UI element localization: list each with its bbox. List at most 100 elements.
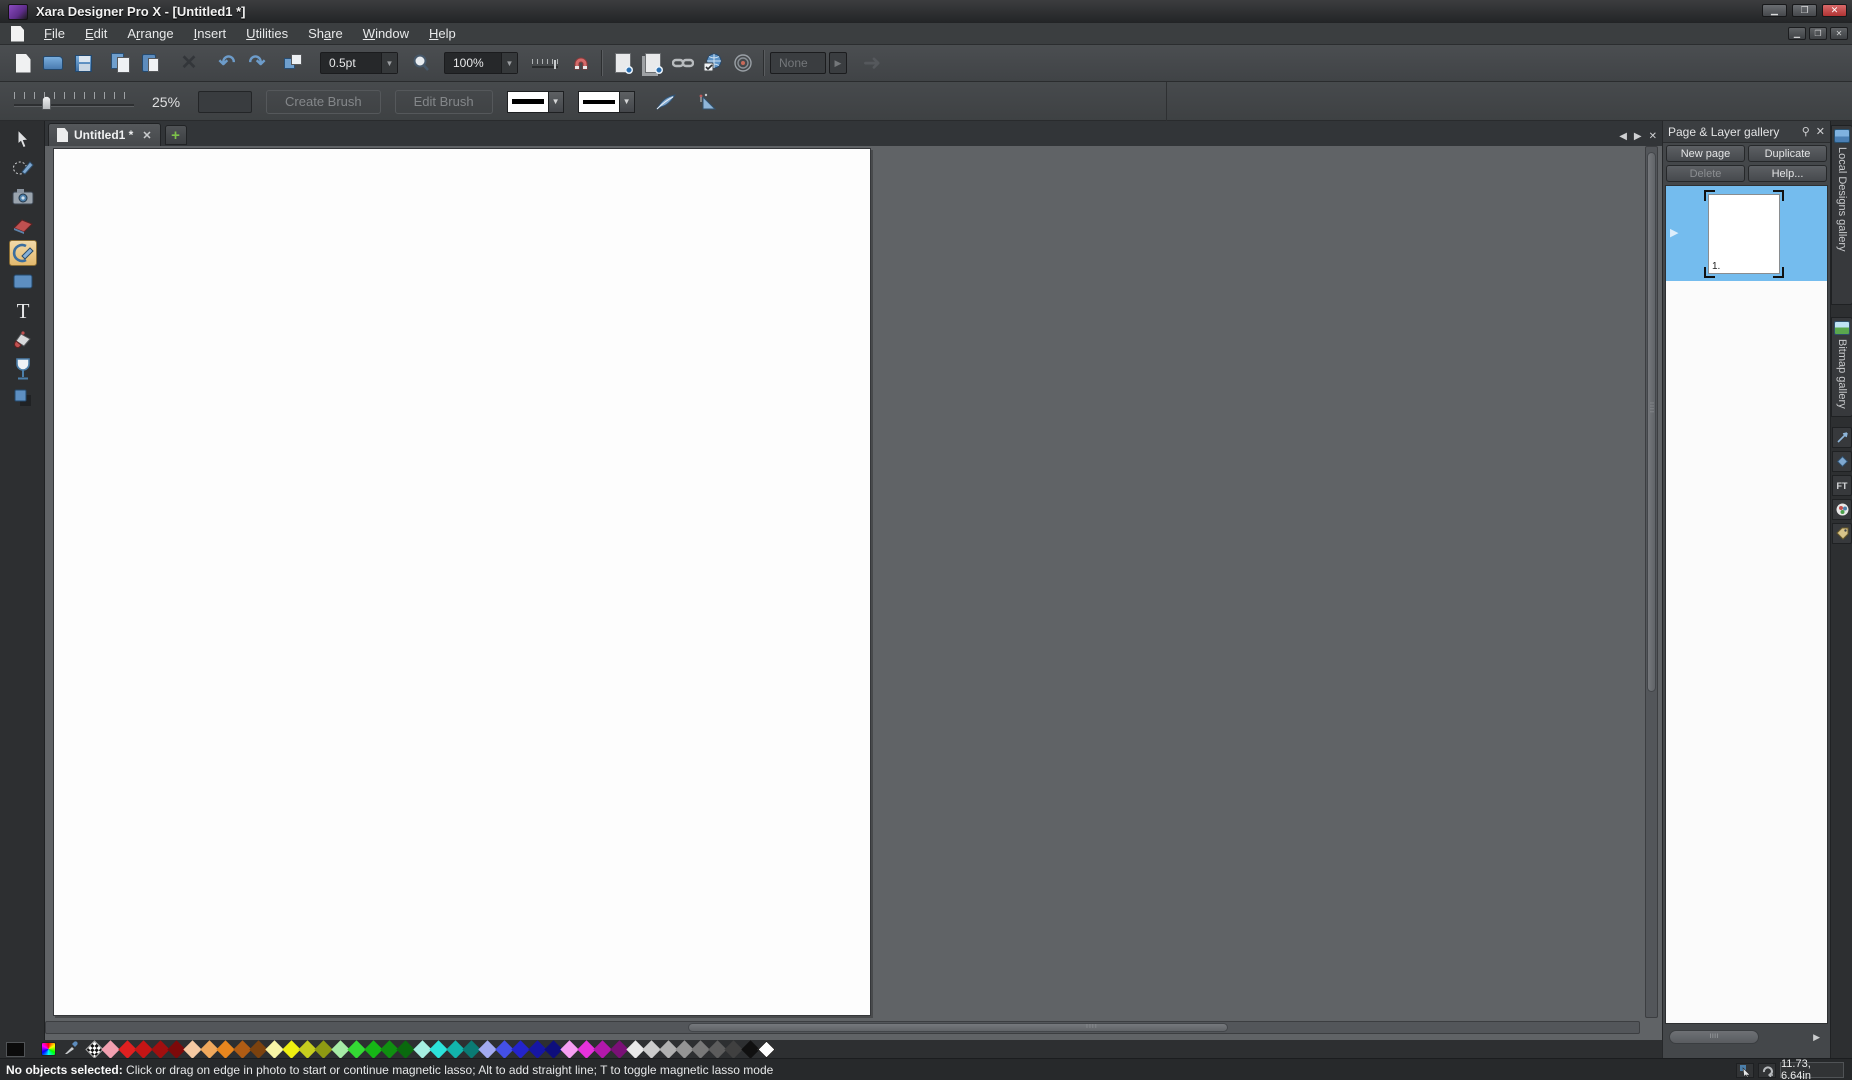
duplicate-button[interactable]: Duplicate <box>1748 145 1827 162</box>
menu-utilities[interactable]: Utilities <box>236 23 298 44</box>
document-tab[interactable]: Untitled1 * ✕ <box>48 123 161 146</box>
undo-button[interactable]: ↶ <box>212 49 242 77</box>
shadow-tool[interactable] <box>9 385 37 411</box>
create-brush-button[interactable]: Create Brush <box>266 90 381 114</box>
feather-slider-button[interactable] <box>530 49 560 77</box>
magnetic-lasso-tool[interactable] <box>9 240 37 266</box>
globe-check-icon <box>703 53 723 73</box>
horizontal-scrollbar-thumb[interactable] <box>688 1023 1228 1032</box>
panel-scrollbar[interactable]: ▶ <box>1665 1026 1828 1048</box>
tab-color-gallery[interactable] <box>1832 499 1852 520</box>
zoom-level-select[interactable]: 100% ▼ <box>444 52 518 74</box>
zoom-options-button[interactable] <box>406 49 436 77</box>
menu-arrange[interactable]: Arrange <box>117 23 183 44</box>
minimize-button[interactable]: ▁ <box>1762 4 1787 17</box>
preview-in-browser-button[interactable] <box>728 49 758 77</box>
menu-share[interactable]: Share <box>298 23 353 44</box>
gallery-tab-strip: Local Designs gallery Bitmap gallery FT <box>1830 121 1852 1058</box>
new-page-button[interactable]: New page <box>1666 145 1745 162</box>
open-button[interactable] <box>38 49 68 77</box>
vertical-scrollbar[interactable]: ıııı <box>1645 146 1658 1018</box>
menu-file[interactable]: File <box>34 23 75 44</box>
tab-scroll-right-icon[interactable]: ▶ <box>1634 131 1642 142</box>
smoothing-slider[interactable] <box>14 92 134 112</box>
brush-bar: 25% Create Brush Edit Brush ▼ ▼ <box>0 82 1167 121</box>
tab-bar-close-icon[interactable]: ✕ <box>1649 131 1657 142</box>
edit-brush-button[interactable]: Edit Brush <box>395 90 493 114</box>
delete-button[interactable]: ✕ <box>174 49 204 77</box>
hyperlink-button[interactable] <box>668 49 698 77</box>
copy-button[interactable] <box>106 49 136 77</box>
tab-close-icon[interactable]: ✕ <box>142 129 151 142</box>
website-export-button[interactable] <box>698 49 728 77</box>
selector-tool[interactable] <box>9 126 37 152</box>
local-designs-gallery-label: Local Designs gallery <box>1836 147 1848 252</box>
page-thumbnail[interactable]: 1. <box>1708 194 1780 274</box>
vertical-scrollbar-thumb[interactable] <box>1647 152 1656 692</box>
page-preview-button[interactable] <box>608 49 638 77</box>
tab-scroll-left-icon[interactable]: ◀ <box>1619 131 1627 142</box>
restore-button[interactable]: ❐ <box>1792 4 1817 17</box>
line-width-select[interactable]: 0.5pt ▼ <box>320 52 398 74</box>
mdi-close-button[interactable]: ✕ <box>1830 27 1848 40</box>
menu-insert[interactable]: Insert <box>184 23 237 44</box>
selection-preview-button[interactable] <box>638 49 668 77</box>
freehand-feather-button[interactable] <box>651 88 681 116</box>
eyedropper-icon[interactable] <box>64 1041 78 1058</box>
expander-icon[interactable]: ▶ <box>1670 226 1678 239</box>
rectangle-tool[interactable] <box>9 269 37 295</box>
new-document-button[interactable] <box>8 49 38 77</box>
export-arrow-icon: ➜ <box>863 52 881 74</box>
tab-line-gallery[interactable] <box>1832 427 1852 448</box>
close-button[interactable]: ✕ <box>1822 4 1847 17</box>
tab-fill-gallery[interactable] <box>1832 451 1852 472</box>
pin-icon[interactable]: ⚲ <box>1802 125 1810 138</box>
magnet-icon <box>571 53 591 73</box>
chevron-down-icon: ▼ <box>501 53 517 73</box>
color-editor-icon[interactable] <box>41 1042 56 1056</box>
stroke-preview <box>579 92 619 112</box>
mdi-restore-button[interactable]: ❐ <box>1809 27 1827 40</box>
current-color-swatch[interactable] <box>6 1042 25 1057</box>
erase-tool[interactable] <box>9 213 37 239</box>
panel-close-icon[interactable]: ✕ <box>1816 125 1825 138</box>
tab-bitmap-gallery[interactable]: Bitmap gallery <box>1831 317 1852 417</box>
new-tab-button[interactable]: + <box>165 125 187 145</box>
photo-tool[interactable] <box>9 184 37 210</box>
text-tool[interactable]: T <box>9 298 37 324</box>
delete-button[interactable]: Delete <box>1666 165 1745 182</box>
menu-edit[interactable]: Edit <box>75 23 117 44</box>
transparency-tool[interactable] <box>9 356 37 382</box>
stroke-shape-select-a[interactable]: ▼ <box>507 91 564 113</box>
tab-local-designs-gallery[interactable]: Local Designs gallery <box>1831 125 1852 305</box>
new-document-icon <box>16 54 31 73</box>
save-button[interactable] <box>68 49 98 77</box>
tab-fonts-gallery[interactable]: FT <box>1832 475 1852 496</box>
scroll-right-icon[interactable]: ▶ <box>1813 1032 1820 1043</box>
page-row-selected[interactable]: ▶ 1. <box>1666 186 1827 281</box>
document-page[interactable] <box>53 148 871 1016</box>
brush-name-field[interactable] <box>198 91 252 113</box>
snap-to-objects-button[interactable] <box>566 49 596 77</box>
freehand-brush-tool[interactable] <box>9 155 37 181</box>
duplicate-button[interactable] <box>278 49 308 77</box>
mdi-minimize-button[interactable]: ▁ <box>1788 27 1806 40</box>
horizontal-scrollbar[interactable]: ıııı <box>45 1021 1640 1034</box>
menu-window[interactable]: Window <box>353 23 419 44</box>
canvas-area[interactable]: ıııı ıııı <box>45 146 1662 1040</box>
document-icon <box>57 128 68 142</box>
tab-name-gallery[interactable] <box>1832 523 1852 544</box>
name-tag-icon <box>1836 527 1849 540</box>
color-swatch[interactable] <box>757 1040 775 1058</box>
preset-select[interactable]: None <box>770 52 826 74</box>
menu-help[interactable]: Help <box>419 23 466 44</box>
redo-button[interactable]: ↷ <box>242 49 272 77</box>
brush-stroke-button[interactable] <box>691 88 721 116</box>
fill-tool[interactable] <box>9 327 37 353</box>
stroke-shape-select-b[interactable]: ▼ <box>578 91 635 113</box>
help-button[interactable]: Help... <box>1748 165 1827 182</box>
export-arrow-button[interactable]: ➜ <box>857 49 887 77</box>
preset-next-button[interactable]: ▶ <box>829 52 847 74</box>
panel-scrollbar-thumb[interactable] <box>1669 1030 1759 1044</box>
paste-button[interactable] <box>136 49 166 77</box>
